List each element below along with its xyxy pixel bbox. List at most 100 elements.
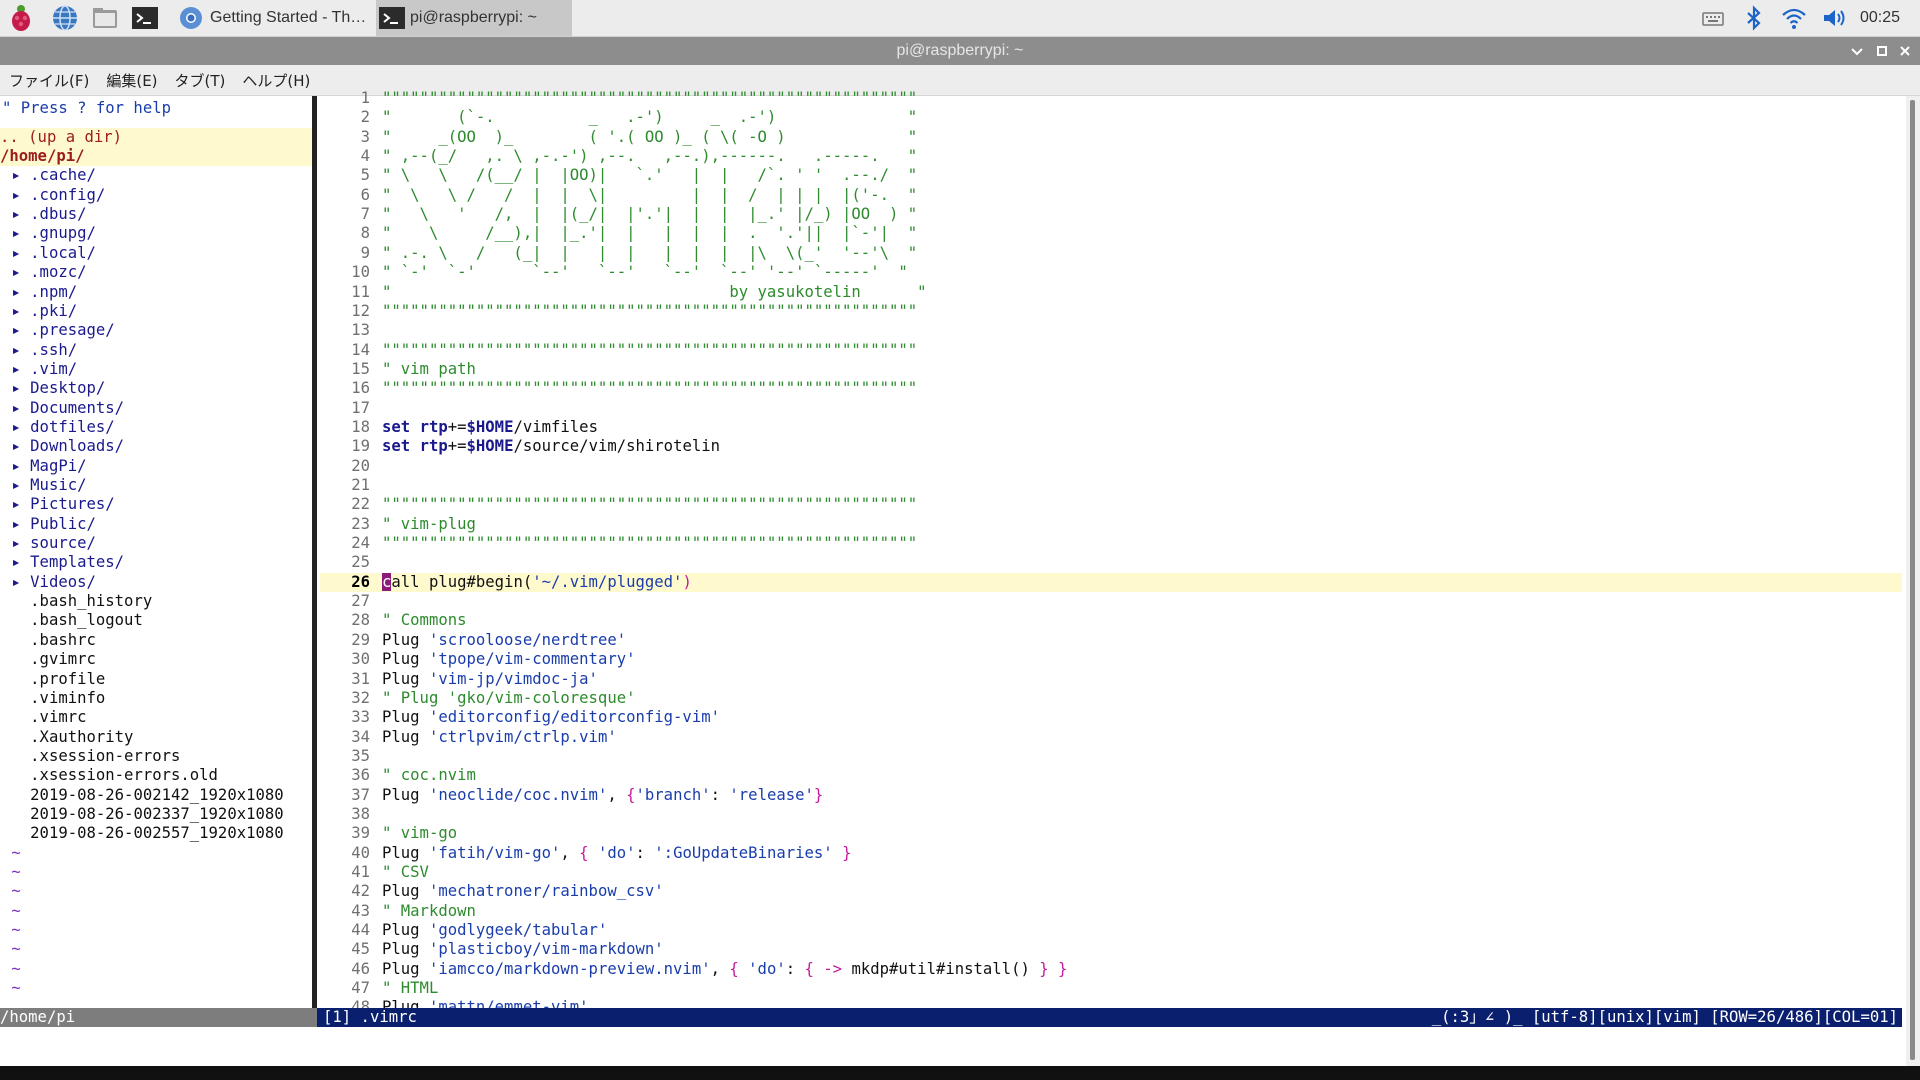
menu-file[interactable]: ファイル(F): [0, 70, 97, 91]
editor-line[interactable]: 4 " ,--(_/ ,. \ ,-.-') ,--. ,--.),------.…: [320, 147, 1902, 166]
editor-line[interactable]: 6 " \ \ / / | | \| | | / | | | |('-. ": [320, 186, 1902, 205]
editor-line[interactable]: 25: [320, 553, 1902, 572]
editor-line[interactable]: 2 " (`-. _ .-') _ .-') ": [320, 108, 1902, 127]
nerdtree-dir[interactable]: ▸ Videos/: [2, 573, 312, 592]
close-button[interactable]: [1894, 39, 1916, 63]
nerdtree-dir[interactable]: ▸ .pki/: [2, 302, 312, 321]
nerdtree-file[interactable]: 2019-08-26-002337_1920x1080: [2, 805, 312, 824]
editor-line[interactable]: 23 " vim-plug: [320, 515, 1902, 534]
nerdtree-dir[interactable]: ▸ .config/: [2, 186, 312, 205]
menu-tabs[interactable]: タブ(T): [166, 70, 234, 91]
editor-line[interactable]: 28 " Commons: [320, 611, 1902, 630]
nerdtree-dir[interactable]: ▸ Public/: [2, 515, 312, 534]
nerdtree-dir[interactable]: ▸ Desktop/: [2, 379, 312, 398]
editor-line[interactable]: 9 " .-. \ / (_| | | | | | | |\ \(_' '--'\…: [320, 244, 1902, 263]
editor-line[interactable]: 34 Plug 'ctrlpvim/ctrlp.vim': [320, 728, 1902, 747]
editor-line[interactable]: 18 set rtp+=$HOME/vimfiles: [320, 418, 1902, 437]
editor-line[interactable]: 33 Plug 'editorconfig/editorconfig-vim': [320, 708, 1902, 727]
editor-line[interactable]: 12 """"""""""""""""""""""""""""""""""""""…: [320, 302, 1902, 321]
editor-line[interactable]: 24 """"""""""""""""""""""""""""""""""""""…: [320, 534, 1902, 553]
editor-line[interactable]: 17: [320, 399, 1902, 418]
editor-line[interactable]: 27: [320, 592, 1902, 611]
nerdtree-file[interactable]: .vimrc: [2, 708, 312, 727]
editor-line[interactable]: 40 Plug 'fatih/vim-go', { 'do': ':GoUpdat…: [320, 844, 1902, 863]
file-manager-icon[interactable]: [90, 3, 120, 33]
editor-line[interactable]: 42 Plug 'mechatroner/rainbow_csv': [320, 882, 1902, 901]
nerdtree-root[interactable]: /home/pi/: [0, 147, 312, 167]
editor-line[interactable]: 37 Plug 'neoclide/coc.nvim', {'branch': '…: [320, 786, 1902, 805]
clock[interactable]: 00:25: [1860, 0, 1900, 36]
nerdtree-dir[interactable]: ▸ .local/: [2, 244, 312, 263]
nerdtree-dir[interactable]: ▸ .vim/: [2, 360, 312, 379]
editor-line[interactable]: 20: [320, 457, 1902, 476]
web-browser-icon[interactable]: [50, 3, 80, 33]
editor-line[interactable]: 19 set rtp+=$HOME/source/vim/shirotelin: [320, 437, 1902, 456]
editor-line[interactable]: 43 " Markdown: [320, 902, 1902, 921]
nerdtree-file[interactable]: .bashrc: [2, 631, 312, 650]
nerdtree-dir[interactable]: ▸ .dbus/: [2, 205, 312, 224]
editor-line[interactable]: 1 """""""""""""""""""""""""""""""""""""""…: [320, 89, 1902, 108]
terminal-launcher-icon[interactable]: [130, 3, 160, 33]
nerdtree-file[interactable]: 2019-08-26-002557_1920x1080: [2, 824, 312, 843]
editor-line[interactable]: 3 " _(OO )_ ( '.( OO )_ ( \( -O ) ": [320, 128, 1902, 147]
nerdtree-up-dir[interactable]: .. (up a dir): [0, 127, 312, 147]
editor-line[interactable]: 45 Plug 'plasticboy/vim-markdown': [320, 940, 1902, 959]
nerdtree-file[interactable]: .Xauthority: [2, 728, 312, 747]
nerdtree-dir[interactable]: ▸ source/: [2, 534, 312, 553]
editor-line[interactable]: 13: [320, 321, 1902, 340]
editor-line[interactable]: 44 Plug 'godlygeek/tabular': [320, 921, 1902, 940]
nerdtree-dir[interactable]: ▸ .gnupg/: [2, 224, 312, 243]
editor-line[interactable]: 10 " `-' `-' `--' `--' `--' `--' '--' `--…: [320, 263, 1902, 282]
editor-line[interactable]: 38: [320, 805, 1902, 824]
nerdtree-dir[interactable]: ▸ .presage/: [2, 321, 312, 340]
editor-line[interactable]: 46 Plug 'iamcco/markdown-preview.nvim', {…: [320, 960, 1902, 979]
nerdtree-dir[interactable]: ▸ MagPi/: [2, 457, 312, 476]
nerdtree-dir[interactable]: ▸ Music/: [2, 476, 312, 495]
menu-edit[interactable]: 編集(E): [97, 70, 165, 91]
nerdtree-dir[interactable]: ▸ .npm/: [2, 283, 312, 302]
editor-line[interactable]: 14 """"""""""""""""""""""""""""""""""""""…: [320, 341, 1902, 360]
nerdtree-file[interactable]: .profile: [2, 670, 312, 689]
editor-line[interactable]: 22 """"""""""""""""""""""""""""""""""""""…: [320, 495, 1902, 514]
nerdtree-dir[interactable]: ▸ Pictures/: [2, 495, 312, 514]
window-titlebar[interactable]: pi@raspberrypi: ~: [0, 37, 1920, 65]
task-terminal[interactable]: pi@raspberrypi: ~: [376, 0, 572, 36]
editor-line[interactable]: 30 Plug 'tpope/vim-commentary': [320, 650, 1902, 669]
terminal-scrollbar[interactable]: [1906, 96, 1920, 1066]
nerdtree-file[interactable]: .xsession-errors.old: [2, 766, 312, 785]
editor-line[interactable]: 39 " vim-go: [320, 824, 1902, 843]
scrollbar-thumb[interactable]: [1910, 100, 1915, 1060]
keyboard-icon[interactable]: [1700, 4, 1726, 32]
editor-line[interactable]: 11 " by yasukotelin ": [320, 283, 1902, 302]
nerdtree-help[interactable]: " Press ? for help: [2, 99, 312, 118]
nerdtree-dir[interactable]: ▸ .mozc/: [2, 263, 312, 282]
editor-line[interactable]: 26 call plug#begin('~/.vim/plugged'): [320, 572, 1902, 592]
vim-command-line[interactable]: [0, 1028, 1906, 1066]
nerdtree-file[interactable]: .bash_logout: [2, 611, 312, 630]
editor-line[interactable]: 41 " CSV: [320, 863, 1902, 882]
nerdtree-dir[interactable]: ▸ Downloads/: [2, 437, 312, 456]
nerdtree-dir[interactable]: ▸ Documents/: [2, 399, 312, 418]
nerdtree-file[interactable]: 2019-08-26-002142_1920x1080: [2, 786, 312, 805]
editor-line[interactable]: 21: [320, 476, 1902, 495]
nerdtree-file[interactable]: .xsession-errors: [2, 747, 312, 766]
task-chromium[interactable]: Getting Started - The ...: [174, 0, 372, 36]
editor-line[interactable]: 15 " vim path: [320, 360, 1902, 379]
editor-line[interactable]: 32 " Plug 'gko/vim-coloresque': [320, 689, 1902, 708]
maximize-button[interactable]: [1871, 39, 1893, 63]
editor-line[interactable]: 35: [320, 747, 1902, 766]
nerdtree-dir[interactable]: ▸ Templates/: [2, 553, 312, 572]
bluetooth-icon[interactable]: [1742, 4, 1766, 32]
nerdtree-dir[interactable]: ▸ .ssh/: [2, 341, 312, 360]
editor-line[interactable]: 16 """"""""""""""""""""""""""""""""""""""…: [320, 379, 1902, 398]
minimize-button[interactable]: [1846, 39, 1868, 63]
editor-line[interactable]: 36 " coc.nvim: [320, 766, 1902, 785]
editor-line[interactable]: 7 " \ ' /, | |(_/| |'.'| | | |_.' |/_) |O…: [320, 205, 1902, 224]
terminal-area[interactable]: " Press ? for help .. (up a dir)/home/pi/…: [0, 89, 1906, 1036]
editor-line[interactable]: 5 " \ \ /(__/ | |OO)| `.' | | /`. ' ' .--…: [320, 166, 1902, 185]
nerdtree-dir[interactable]: ▸ dotfiles/: [2, 418, 312, 437]
nerdtree-file[interactable]: .viminfo: [2, 689, 312, 708]
raspberry-menu-icon[interactable]: [6, 3, 36, 33]
menu-help[interactable]: ヘルプ(H): [233, 70, 318, 91]
volume-icon[interactable]: [1820, 4, 1848, 32]
